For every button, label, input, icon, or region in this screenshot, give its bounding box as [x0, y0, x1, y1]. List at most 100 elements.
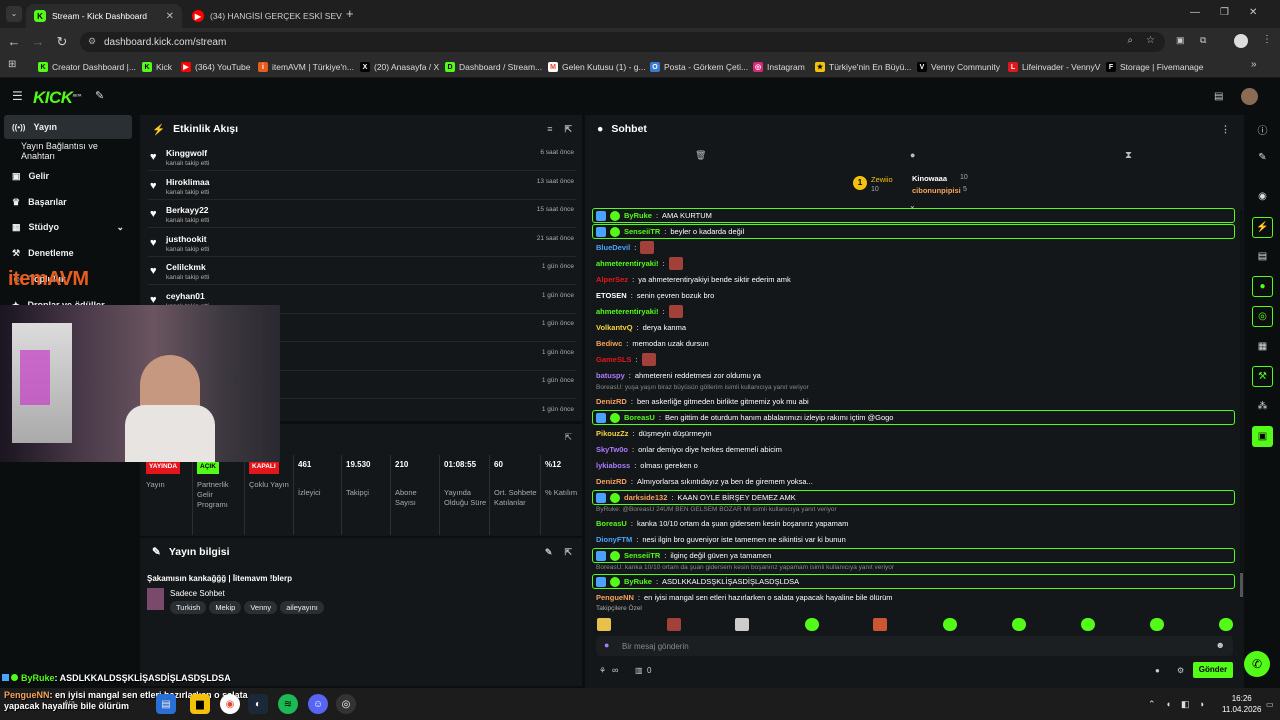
kick-logo[interactable]: KICKBETA — [33, 88, 82, 108]
chat-message[interactable]: BoreasU: kanka 10/10 ortam da şuan giders… — [596, 516, 1236, 530]
apps-grid-icon[interactable]: ⊞ — [8, 59, 16, 70]
discord-icon[interactable]: ☺ — [308, 694, 328, 714]
window-controls[interactable]: —❐✕ — [1190, 7, 1277, 18]
follower-name[interactable]: Celilckmk — [166, 262, 206, 272]
chat-username[interactable]: ByRuke — [624, 577, 652, 586]
tab-kick-dashboard[interactable]: K Stream - Kick Dashboard ✕ — [26, 4, 182, 28]
reply-context[interactable]: ByRuke: @BoreasU 24ÜM BEN GELSEM BOZAR M… — [596, 506, 837, 513]
chat-username[interactable]: AlperSez — [596, 275, 628, 284]
site-info-icon[interactable]: ⚙ — [88, 36, 96, 47]
back-icon[interactable]: ← — [6, 33, 22, 51]
chat-username[interactable]: BlueDevil — [596, 243, 630, 252]
chat-username[interactable]: GameSLS — [596, 355, 631, 364]
rules-icon[interactable]: ⚘ — [599, 666, 606, 675]
chat-message[interactable]: ByRuke: ASDLKKALDSŞKLİŞASDİŞLASDŞLDSA — [592, 574, 1235, 589]
taskbar-search-label[interactable]: Ara — [64, 700, 75, 707]
extensions-puzzle-icon[interactable]: ⧉ — [1200, 35, 1206, 46]
chat-message[interactable]: SenseiiTR: beyler o kadarda değil — [592, 224, 1235, 239]
chrome-icon[interactable]: ◉ — [220, 694, 240, 714]
sidebar-item-studyo[interactable]: ▦ Stüdyo ⌄ — [4, 215, 132, 239]
layout-icon[interactable]: ▦ — [1252, 336, 1273, 357]
chat-username[interactable]: PengueNN — [596, 593, 634, 602]
chat-message[interactable]: PikouzZz: düşmeyin düşürmeyin — [596, 426, 1236, 440]
emote[interactable] — [667, 618, 681, 631]
bookmark-item[interactable]: ◎ Instagram — [753, 60, 805, 74]
popout-icon[interactable]: ⇱ — [564, 547, 572, 558]
bookmark-item[interactable]: ▶ (364) YouTube — [181, 60, 250, 74]
chat-message[interactable]: DenizRD: Almıyorlarsa sıkıntıdayız ya ben… — [596, 474, 1236, 488]
chat-message[interactable]: ETOSEN: senin çevren bozuk bro — [596, 288, 1236, 302]
chat-username[interactable]: ETOSEN — [596, 291, 627, 300]
bookmark-item[interactable]: ★ Türkiye'nin En Büyü... — [815, 60, 911, 74]
zoom-icon[interactable]: ⌕ — [1127, 35, 1133, 46]
chat-message[interactable]: ahmeterentiryaki!: — [596, 304, 1236, 318]
chat-username[interactable]: SenseiiTR — [624, 227, 660, 236]
emote[interactable] — [1012, 618, 1026, 631]
chat-username[interactable]: ahmeterentiryaki! — [596, 259, 659, 268]
bookmark-item[interactable]: i itemAVM | Türkiye'n... — [258, 60, 354, 74]
chat-message[interactable]: Bediwc: memodan uzak dursun — [596, 336, 1236, 350]
follower-name[interactable]: justhookit — [166, 234, 207, 244]
document-icon[interactable]: ▤ — [1252, 246, 1273, 267]
emote[interactable] — [943, 618, 957, 631]
chat-username[interactable]: DenizRD — [596, 477, 627, 486]
chat-icon[interactable]: ● — [910, 150, 915, 160]
emote[interactable] — [735, 618, 749, 631]
send-button[interactable]: Gönder — [1193, 662, 1233, 678]
emoji-icon[interactable]: ☻ — [1216, 640, 1225, 650]
tab-search-icon[interactable]: ⌄ — [6, 6, 22, 22]
chat-username[interactable]: SkyTw0o — [596, 445, 628, 454]
url-field[interactable]: ⚙ dashboard.kick.com/stream ⌕ ☆ — [80, 32, 1165, 52]
bookmark-item[interactable]: F Storage | Fivemanage — [1106, 60, 1203, 74]
trash-icon[interactable]: ▥ — [635, 666, 643, 675]
trash-icon[interactable]: 🗑 — [695, 150, 706, 161]
hamburger-menu-icon[interactable]: ☰ — [12, 89, 23, 103]
tab-youtube[interactable]: ▶ (34) HANGİSİ GERÇEK ESKİ SEV... ✕ — [184, 4, 342, 28]
obs-icon[interactable]: ◎ — [336, 694, 356, 714]
chat-username[interactable]: batuspy — [596, 371, 625, 380]
chat-username[interactable]: BoreasU — [596, 519, 627, 528]
chat-username[interactable]: ahmeterentiryaki! — [596, 307, 659, 316]
hourglass-icon[interactable]: ⧗ — [1125, 150, 1132, 161]
filter-icon[interactable]: ≡ — [547, 124, 552, 135]
nodes-icon[interactable]: ⁂ — [1252, 396, 1273, 417]
chat-message[interactable]: AlperSez: ya ahmeterentiryakiyi bende sik… — [596, 272, 1236, 286]
chat-message[interactable]: DionyFTM: nesi ilgin bro guveniyor iste t… — [596, 532, 1236, 546]
chat-message[interactable]: GameSLS: — [596, 352, 1236, 366]
edit-icon[interactable]: ✎ — [545, 547, 553, 558]
emote[interactable] — [873, 618, 887, 631]
steam-icon[interactable]: ◐ — [248, 694, 268, 714]
emote[interactable] — [1081, 618, 1095, 631]
chat-message[interactable]: BoreasU: Ben gittim de oturdum hanım abla… — [592, 410, 1235, 425]
emote[interactable] — [805, 618, 819, 631]
chat-message[interactable]: PengueNN: en iyisi mangal sen etleri hazı… — [596, 590, 1236, 604]
close-icon[interactable]: ✕ — [166, 11, 174, 22]
taskbar-clock[interactable]: 16:26 11.04.2026 — [1222, 693, 1261, 715]
chat-username[interactable]: ByRuke — [624, 211, 652, 220]
chat-message[interactable]: lykiaboss: olması gereken o — [596, 458, 1236, 472]
chat-username[interactable]: DenizRD — [596, 397, 627, 406]
chat-message[interactable]: SenseiiTR: ilginç değil güven ya tamamen — [592, 548, 1235, 563]
broadcast-toggle-icon[interactable]: ◎ — [1252, 306, 1273, 327]
profile-avatar[interactable] — [1234, 34, 1248, 48]
sidebar-item-stream-key[interactable]: Yayın Bağlantısı ve Anahtarı — [4, 139, 132, 163]
chat-username[interactable]: BoreasU — [624, 413, 655, 422]
popout-icon[interactable]: ⇱ — [564, 432, 572, 443]
sidebar-item-gelir[interactable]: ▣ Gelir — [4, 164, 132, 188]
chat-users-icon[interactable]: ● — [1155, 666, 1160, 675]
chat-message[interactable]: ahmeterentiryaki!: — [596, 256, 1236, 270]
help-chat-icon[interactable]: ✆ — [1244, 651, 1270, 677]
chat-toggle-icon[interactable]: ● — [1252, 276, 1273, 297]
chat-message[interactable]: DenizRD: ben askerliğe gitmeden birlikte … — [596, 394, 1236, 408]
chevron-down-icon[interactable]: ⌄ — [116, 222, 124, 233]
chat-username[interactable]: PikouzZz — [596, 429, 629, 438]
settings-gear-icon[interactable]: ⚙ — [1177, 666, 1184, 675]
app-icon[interactable]: ▣ — [1252, 426, 1273, 447]
follower-name[interactable]: Kinggwolf — [166, 148, 207, 158]
chat-message[interactable]: darkside132: KAAN OYLE BİRŞEY DEMEZ AMK — [592, 490, 1235, 505]
tools-toggle-icon[interactable]: ⚒ — [1252, 366, 1273, 387]
emote[interactable] — [1150, 618, 1164, 631]
chat-username[interactable]: DionyFTM — [596, 535, 632, 544]
bookmark-item[interactable]: K Creator Dashboard |... — [38, 60, 136, 74]
chat-message[interactable]: BlueDevil: — [596, 240, 1236, 254]
